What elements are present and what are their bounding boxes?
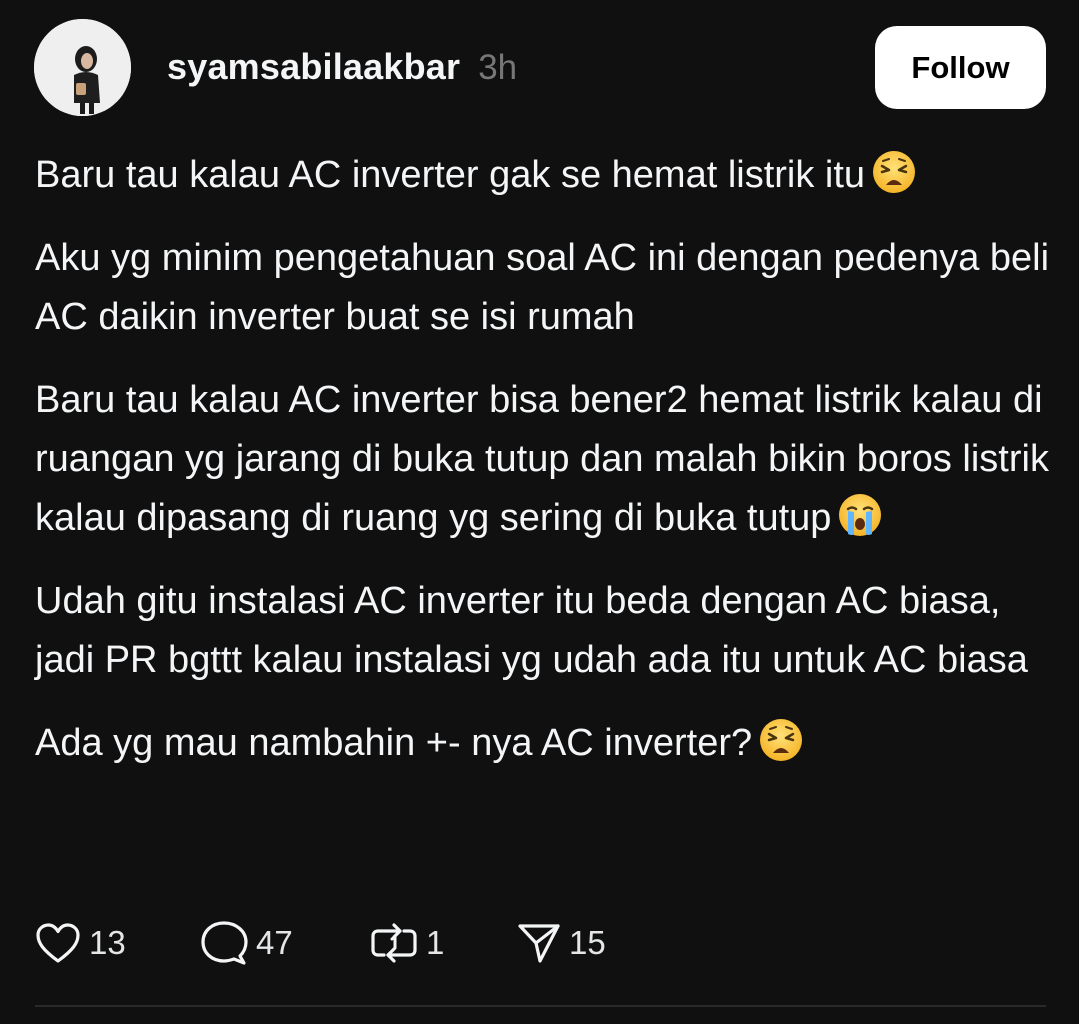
comment-button[interactable]: 47 [200,918,293,968]
weary-face-emoji-icon [873,151,916,193]
post-paragraph: Ada yg mau nambahin +- nya AC inverter? [35,714,1055,773]
share-button[interactable]: 15 [517,918,606,968]
repost-button[interactable]: 1 [370,918,444,968]
timestamp: 3h [478,48,518,87]
post-paragraph: Baru tau kalau AC inverter bisa bener2 h… [35,371,1055,548]
comment-bubble-icon [201,921,248,965]
thread-post: syamsabilaakbar 3h Follow Baru tau kalau… [0,0,1079,1024]
repost-count: 1 [426,924,445,961]
comment-count: 47 [256,924,293,961]
avatar[interactable] [34,19,131,116]
divider [35,1005,1046,1007]
username[interactable]: syamsabilaakbar [167,46,460,88]
share-count: 15 [569,924,606,961]
paragraph-text: Ada yg mau nambahin +- nya AC inverter? [35,722,753,764]
heart-icon [36,923,80,963]
repost-icon [371,923,417,963]
paragraph-text: Udah gitu instalasi AC inverter itu beda… [35,580,1028,681]
post-paragraph: Baru tau kalau AC inverter gak se hemat … [35,146,1055,205]
paragraph-text: Baru tau kalau AC inverter gak se hemat … [35,154,866,196]
like-count: 13 [89,924,126,961]
send-icon [518,924,560,963]
like-button[interactable]: 13 [35,918,126,968]
paragraph-text: Aku yg minim pengetahuan soal AC ini den… [35,237,1050,338]
post-paragraph: Udah gitu instalasi AC inverter itu beda… [35,572,1055,690]
action-bar: 13 47 1 15 [35,918,735,968]
post-paragraph: Aku yg minim pengetahuan soal AC ini den… [35,229,1055,347]
post-body: Baru tau kalau AC inverter gak se hemat … [35,146,1055,797]
crying-face-emoji-icon [839,494,882,536]
avatar-photo [34,19,131,116]
follow-button[interactable]: Follow [875,26,1046,109]
post-header: syamsabilaakbar 3h [167,46,517,92]
paragraph-text: Baru tau kalau AC inverter bisa bener2 h… [35,379,1049,539]
weary-face-emoji-icon [760,719,803,761]
